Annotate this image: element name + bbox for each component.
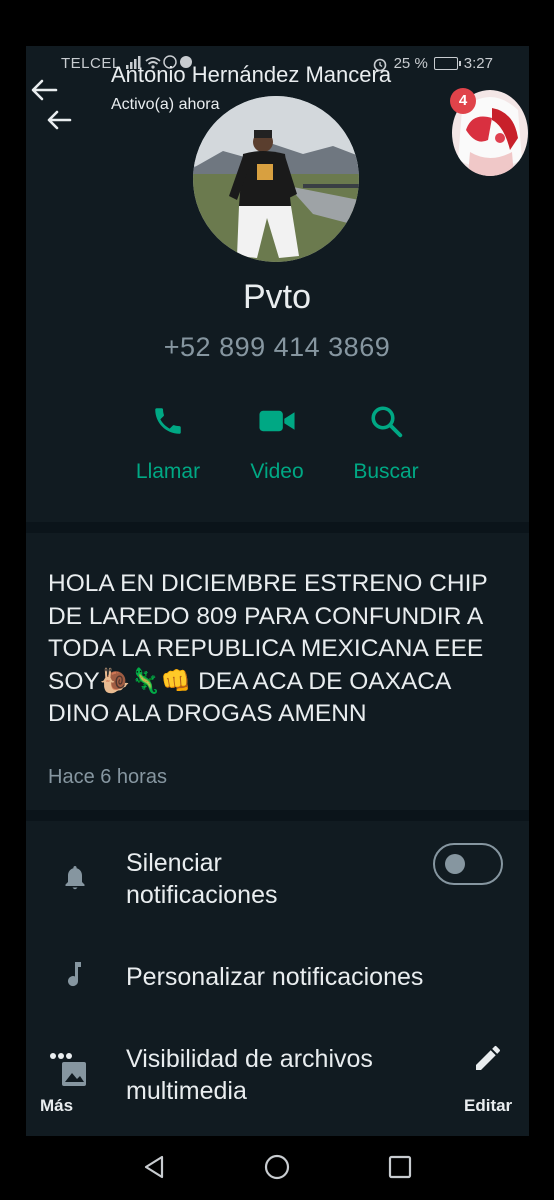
battery-percent: 25 % <box>393 55 428 72</box>
video-call-button[interactable]: Video <box>222 400 332 484</box>
video-label: Video <box>250 460 304 483</box>
unread-badge: 4 <box>450 88 476 114</box>
custom-notifications-label[interactable]: Personalizar notificaciones <box>126 961 423 993</box>
section-divider <box>26 810 529 821</box>
search-icon <box>371 406 403 438</box>
back-arrow-icon[interactable] <box>30 76 58 104</box>
search-label: Buscar <box>353 460 419 483</box>
mute-notifications-label[interactable]: Silenciar notificaciones <box>126 847 277 911</box>
edit-label[interactable]: Editar <box>464 1096 512 1116</box>
clock: 3:27 <box>463 55 493 72</box>
more-dots-icon <box>50 1053 86 1086</box>
mute-toggle[interactable] <box>433 843 503 885</box>
contact-name: Pvto <box>242 278 312 316</box>
chat-header-status: Activo(a) ahora <box>111 96 220 113</box>
about-text[interactable]: HOLA EN DICIEMBRE ESTRENO CHIP DE LAREDO… <box>48 568 518 731</box>
section-divider <box>26 522 529 533</box>
call-label: Llamar <box>135 460 201 483</box>
music-note-icon <box>68 962 81 987</box>
call-button[interactable]: Llamar <box>113 400 223 484</box>
nav-recents-icon[interactable] <box>385 1152 415 1182</box>
more-button[interactable] <box>46 1048 86 1095</box>
about-timestamp: Hace 6 horas <box>48 766 167 788</box>
bell-icon <box>65 866 85 890</box>
profile-photo <box>193 96 359 262</box>
toggle-knob <box>445 854 465 874</box>
contact-phone: +52 899 414 3869 <box>163 332 391 362</box>
search-button[interactable]: Buscar <box>331 400 441 484</box>
profile-avatar[interactable] <box>193 96 359 262</box>
battery-icon <box>433 57 461 70</box>
phone-icon <box>155 408 181 434</box>
back-button[interactable] <box>46 108 72 132</box>
more-label[interactable]: Más <box>40 1096 73 1116</box>
media-visibility-label[interactable]: Visibilidad de archivos multimedia <box>126 1043 373 1107</box>
edit-pencil-icon[interactable] <box>472 1042 504 1074</box>
nav-home-icon[interactable] <box>262 1152 292 1182</box>
nav-back-icon[interactable] <box>140 1152 170 1182</box>
chat-header-name: Antonio Hernández Mancera <box>111 62 392 87</box>
video-icon <box>259 410 295 432</box>
